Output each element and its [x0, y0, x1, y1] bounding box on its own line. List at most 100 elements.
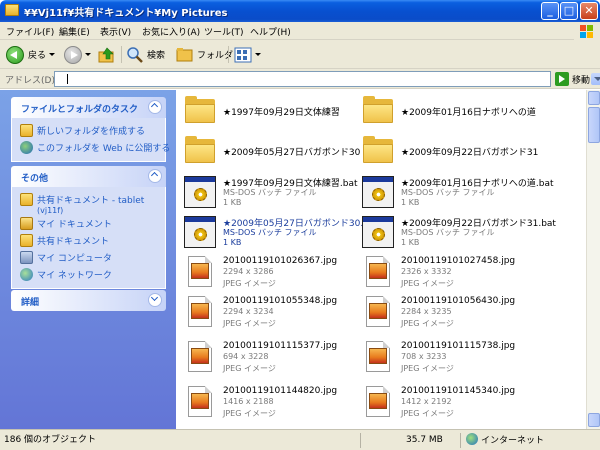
total-size: 35.7 MB [406, 435, 443, 445]
file-item[interactable]: 20100119101115738.jpg 708 x 3233 JPEG イメージ [361, 340, 541, 376]
file-tasks-panel: ファイルとフォルダのタスク 新しいフォルダを作成する このフォルダを Web に… [11, 97, 170, 162]
scroll-up-button[interactable] [588, 91, 600, 105]
file-size: 1 KB [223, 238, 242, 247]
back-label: 戻る [28, 51, 47, 61]
details-header[interactable]: 詳細 [11, 290, 166, 311]
forward-arrow-icon [64, 45, 82, 64]
file-item[interactable]: ★2009年05月27日バガボンド30.bat MS-DOS バッチ ファイル 1 … [183, 215, 378, 251]
jpeg-image-icon [361, 295, 395, 329]
menu-help[interactable]: ヘルプ(H) [250, 25, 291, 38]
place-sublabel: (vj11f) [37, 206, 64, 215]
minimize-button[interactable]: _ [541, 2, 559, 20]
image-dimensions: 2284 x 3235 [401, 307, 452, 316]
zone-label: インターネット [481, 436, 545, 446]
menu-file[interactable]: ファイル(F) [6, 25, 54, 38]
file-name: ★1997年09月29日文体練習 [223, 108, 340, 118]
place-label: 共有ドキュメント - tablet [37, 196, 145, 206]
collapse-chevron-icon[interactable] [148, 169, 162, 183]
toolbar-separator [228, 46, 229, 63]
scroll-thumb[interactable] [588, 107, 600, 143]
file-name: ★2009年05月27日バガボンド30 [223, 148, 361, 158]
place-shared-documents[interactable]: 共有ドキュメント [12, 232, 165, 249]
image-dimensions: 2294 x 3234 [223, 307, 274, 316]
forward-button[interactable] [64, 44, 91, 65]
file-type: JPEG イメージ [401, 279, 454, 288]
toolbar-separator [121, 46, 122, 63]
task-new-folder[interactable]: 新しいフォルダを作成する [12, 122, 165, 139]
search-button[interactable]: 検索 [126, 44, 165, 65]
file-item[interactable]: 20100119101144820.jpg 1416 x 2188 JPEG イメー… [183, 385, 363, 421]
chevron-down-icon[interactable] [255, 53, 261, 56]
file-size: 1 KB [223, 198, 242, 207]
jpeg-image-icon [183, 385, 217, 419]
chevron-down-icon[interactable] [85, 53, 91, 56]
file-list-view[interactable]: ★1997年09月29日文体練習 ★2009年01月16日ナボリへの道 ★2009年… [176, 90, 586, 429]
task-label: 新しいフォルダを作成する [37, 127, 146, 137]
vertical-scrollbar[interactable] [586, 90, 600, 429]
jpeg-image-icon [361, 340, 395, 374]
image-dimensions: 1416 x 2188 [223, 397, 274, 406]
other-places-header[interactable]: その他 [11, 166, 166, 187]
task-publish-web[interactable]: このフォルダを Web に公開する [12, 139, 170, 156]
file-type: JPEG イメージ [401, 319, 454, 328]
chevron-down-icon[interactable] [49, 53, 56, 56]
file-item[interactable]: 20100119101026367.jpg 2294 x 3286 JPEG イメー… [183, 255, 363, 291]
address-bar: アドレス(D) 移動 [0, 69, 600, 89]
folder-item[interactable]: ★2009年01月16日ナボリへの道 [361, 95, 541, 131]
folders-button[interactable]: フォルダ [176, 44, 233, 65]
address-dropdown-button[interactable] [591, 73, 600, 85]
go-button[interactable]: 移動 [555, 71, 590, 87]
details-panel: 詳細 [11, 290, 166, 311]
back-button[interactable]: 戻る [6, 44, 56, 65]
image-dimensions: 2294 x 3286 [223, 267, 274, 276]
folder-icon [5, 4, 19, 16]
menu-edit[interactable]: 編集(E) [59, 25, 90, 38]
file-size: 1 KB [401, 238, 420, 247]
title-bar[interactable]: ¥¥Vj11f¥共有ドキュメント¥My Pictures _ □ ✕ [0, 0, 600, 22]
collapse-chevron-icon[interactable] [148, 100, 162, 114]
new-folder-icon [20, 124, 33, 137]
other-places-panel: その他 共有ドキュメント - tablet (vj11f) マイ ドキュメント … [11, 166, 166, 289]
folders-icon [176, 47, 193, 61]
file-item[interactable]: ★2009年09月22日バガボンド31.bat MS-DOS バッチ ファイル 1 … [361, 215, 556, 251]
address-input[interactable] [54, 71, 600, 87]
scroll-down-button[interactable] [588, 413, 600, 427]
image-dimensions: 2326 x 3332 [401, 267, 452, 276]
file-type: JPEG イメージ [223, 279, 276, 288]
search-label: 検索 [147, 51, 166, 61]
file-item[interactable]: 20100119101115377.jpg 694 x 3228 JPEG イメージ [183, 340, 363, 376]
close-button[interactable]: ✕ [580, 2, 598, 20]
my-documents-icon [20, 217, 33, 230]
file-item[interactable]: ★1997年09月29日文体練習.bat MS-DOS バッチ ファイル 1 KB [183, 175, 363, 211]
my-computer-icon [20, 251, 33, 264]
other-places-title: その他 [21, 174, 49, 184]
views-icon [234, 47, 252, 62]
expand-chevron-icon[interactable] [148, 293, 162, 307]
menu-favorites[interactable]: お気に入り(A) [142, 25, 200, 38]
folder-item[interactable]: ★1997年09月29日文体練習 [183, 95, 363, 131]
place-label: マイ ドキュメント [37, 220, 112, 230]
folder-item[interactable]: ★2009年05月27日バガボンド30 [183, 135, 363, 171]
image-dimensions: 708 x 3233 [401, 352, 447, 361]
file-type: MS-DOS バッチ ファイル [223, 228, 317, 237]
up-folder-button[interactable] [98, 44, 116, 65]
place-my-network[interactable]: マイ ネットワーク [12, 266, 165, 283]
menu-tools[interactable]: ツール(T) [204, 25, 244, 38]
place-my-documents[interactable]: マイ ドキュメント [12, 215, 165, 232]
place-my-computer[interactable]: マイ コンピュータ [12, 249, 165, 266]
jpeg-image-icon [361, 255, 395, 289]
file-tasks-header[interactable]: ファイルとフォルダのタスク [11, 97, 166, 118]
file-item[interactable]: 20100119101056430.jpg 2284 x 3235 JPEG イメー… [361, 295, 541, 331]
go-arrow-icon [555, 72, 569, 86]
object-count: 186 個のオブジェクト [4, 435, 97, 445]
file-item[interactable]: 20100119101145340.jpg 1412 x 2192 JPEG イメー… [361, 385, 541, 421]
menu-view[interactable]: 表示(V) [100, 25, 131, 38]
folder-item[interactable]: ★2009年09月22日バガボンド31 [361, 135, 541, 171]
views-button[interactable] [234, 44, 261, 65]
file-item[interactable]: 20100119101055348.jpg 2294 x 3234 JPEG イメー… [183, 295, 363, 331]
back-arrow-icon [6, 45, 24, 64]
maximize-button[interactable]: □ [560, 2, 578, 20]
file-item[interactable]: 20100119101027458.jpg 2326 x 3332 JPEG イメー… [361, 255, 541, 291]
shared-folder-icon [20, 234, 33, 247]
file-item[interactable]: ★2009年01月16日ナボリへの道.bat MS-DOS バッチ ファイル 1 K… [361, 175, 554, 211]
